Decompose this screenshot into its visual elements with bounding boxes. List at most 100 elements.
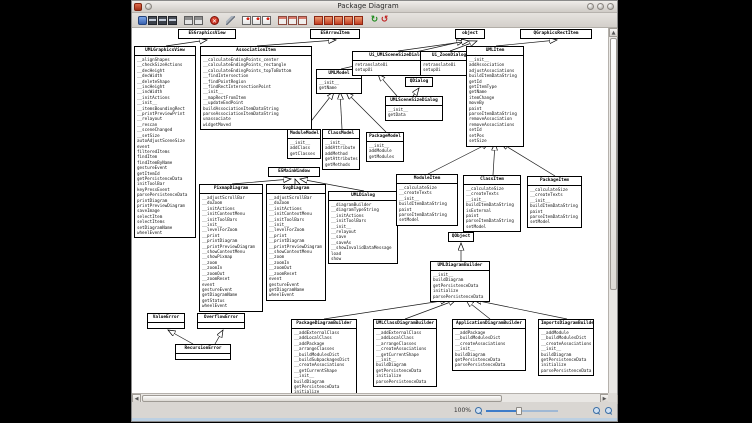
app-icon[interactable] xyxy=(134,3,142,11)
class-title: ModuleModel xyxy=(288,130,320,138)
class-member-list: __init__getName xyxy=(317,78,361,93)
class-box-UMLItem[interactable]: UMLItem__init__addAssociationadjustAssoc… xyxy=(466,46,524,147)
class-member-list: __init__addAttributeaddMethodgetAttribut… xyxy=(323,138,359,169)
save-as-icon[interactable] xyxy=(158,16,167,25)
class-title: E5ArrowItem xyxy=(311,30,359,38)
class-member: parsePersistenceData xyxy=(137,192,194,197)
class-member: __showInvalidDataMessage xyxy=(331,245,396,250)
maximize-button[interactable] xyxy=(597,3,604,10)
inheritance-arrow xyxy=(493,143,495,175)
class-box-ClassItem[interactable]: ClassItem__calculateSize__createTexts__i… xyxy=(463,175,521,232)
class-box-ApplicationDiagramBuilder[interactable]: ApplicationDiagramBuilder__addPackage__b… xyxy=(452,319,526,371)
class-box-PackageItem[interactable]: PackageItem__calculateSize__createTexts_… xyxy=(527,176,582,228)
class-title: ImportsDiagramBuilder xyxy=(539,320,593,328)
align-bottom-icon[interactable] xyxy=(354,16,363,25)
class-title: OverflowError xyxy=(198,314,244,322)
new-window-icon[interactable] xyxy=(138,16,147,25)
minimize-button[interactable] xyxy=(587,3,594,10)
class-member: buildItemDataString xyxy=(469,73,522,78)
rescan-icon[interactable]: ↻ xyxy=(370,16,379,25)
class-box-QObject[interactable]: QObject xyxy=(448,232,474,242)
vertical-scroll-thumb[interactable] xyxy=(610,38,617,290)
save-icon[interactable] xyxy=(148,16,157,25)
class-member-list: __adjustScrollBar__doZoom__initActions__… xyxy=(267,193,325,300)
class-box-QGraphicsRectItem[interactable]: QGraphicsRectItem xyxy=(520,29,592,39)
class-box-ModuleModel[interactable]: ModuleModel__init__addClassgetClasses xyxy=(287,129,321,159)
class-box-UMLDialog[interactable]: UMLDialog__diagramBuilder__diagramTypeSt… xyxy=(328,191,398,264)
class-member-list: __init__getData xyxy=(386,105,442,120)
zoom-in-icon[interactable] xyxy=(592,406,601,415)
align-right-icon[interactable] xyxy=(334,16,343,25)
class-box-RecursionError[interactable]: RecursionError xyxy=(175,344,231,360)
relayout-icon[interactable]: ↺ xyxy=(380,16,389,25)
save-image-icon[interactable] xyxy=(168,16,177,25)
delete-shape-icon[interactable]: ✕ xyxy=(210,16,219,25)
align-hcenter-icon[interactable] xyxy=(324,16,333,25)
close-button[interactable] xyxy=(607,3,614,10)
scroll-up-button[interactable]: ▲ xyxy=(609,28,618,37)
window-restore-icon[interactable] xyxy=(298,16,307,25)
class-title: UMLGraphicsView xyxy=(135,47,195,55)
class-title: ApplicationDiagramBuilder xyxy=(453,320,525,328)
window-titlebar[interactable]: Package Diagram xyxy=(132,1,617,13)
class-box-E5ArrowItem[interactable]: E5ArrowItem xyxy=(310,29,360,39)
class-member-list xyxy=(198,322,244,328)
class-box-ValueError[interactable]: ValueError xyxy=(147,313,185,329)
add-package-icon[interactable] xyxy=(262,16,271,25)
horizontal-scrollbar[interactable]: ◀ ▶ xyxy=(132,393,609,402)
class-box-AssociationItem[interactable]: AssociationItem__calculateEndingPoints_c… xyxy=(200,46,312,130)
horizontal-scroll-thumb[interactable] xyxy=(142,395,502,402)
class-title: object xyxy=(456,30,484,38)
class-title: UMLItem xyxy=(467,47,523,55)
class-box-UMLGraphicsView[interactable]: UMLGraphicsView__alignShapes__checkSizeA… xyxy=(134,46,196,238)
class-member: parsePersistenceData xyxy=(455,362,524,367)
class-box-E5MainWindow[interactable]: E5MainWindow xyxy=(268,167,320,177)
class-member: buildItemDataString xyxy=(530,203,580,208)
class-title: PackageDiagramBuilder xyxy=(292,320,356,328)
class-box-UMLClassDiagramBuilder[interactable]: UMLClassDiagramBuilder__addExternalClass… xyxy=(373,319,437,387)
class-member: wheelEvent xyxy=(137,230,194,235)
add-module-icon[interactable] xyxy=(252,16,261,25)
inheritance-arrow xyxy=(501,143,555,176)
class-box-QDialog[interactable]: QDialog xyxy=(405,77,433,87)
window-tile-icon[interactable] xyxy=(288,16,297,25)
class-title: E5GraphicsView xyxy=(179,30,235,38)
class-box-PixmapDiagram[interactable]: PixmapDiagram__adjustScrollBar__doZoom__… xyxy=(199,184,263,312)
diagram-canvas[interactable]: E5GraphicsView E5ArrowItem object QGraphics… xyxy=(132,28,609,404)
class-box-ClassModel[interactable]: ClassModel__init__addAttributeaddMethodg… xyxy=(322,129,360,170)
class-box-UMLDiagramBuilder[interactable]: UMLDiagramBuilder__init__buildDiagramget… xyxy=(430,261,490,302)
class-box-ModuleItem[interactable]: ModuleItem__calculateSize__createTexts__… xyxy=(396,174,458,226)
window-cascade-icon[interactable] xyxy=(278,16,287,25)
class-member: getMethods xyxy=(325,162,358,167)
zoom-level-label: 100% xyxy=(454,407,471,414)
class-member: widgetMoved xyxy=(203,122,310,127)
class-title: PackageItem xyxy=(528,177,581,185)
class-title: PixmapDiagram xyxy=(200,185,262,193)
window-bottom-edge xyxy=(132,418,617,421)
print-preview-icon[interactable] xyxy=(194,16,203,25)
class-box-E5GraphicsView[interactable]: E5GraphicsView xyxy=(178,29,236,39)
class-box-ImportsDiagramBuilder[interactable]: ImportsDiagramBuilder__addModule__buildM… xyxy=(538,319,594,376)
zoom-slider-handle[interactable] xyxy=(516,407,522,415)
class-box-PackageDiagramBuilder[interactable]: PackageDiagramBuilder__addExternalClass_… xyxy=(291,319,357,403)
add-class-icon[interactable] xyxy=(242,16,251,25)
zoom-slider[interactable] xyxy=(486,406,558,415)
align-top-icon[interactable] xyxy=(344,16,353,25)
class-member: getModules xyxy=(369,154,402,159)
vertical-scrollbar[interactable]: ▲ ▼ xyxy=(608,28,617,404)
inheritance-arrow xyxy=(340,92,342,129)
zoom-reset-icon[interactable] xyxy=(604,406,613,415)
zoom-out-icon[interactable] xyxy=(474,406,483,415)
class-title: AssociationItem xyxy=(201,47,311,55)
print-icon[interactable] xyxy=(184,16,193,25)
class-member: parsePersistenceData xyxy=(433,294,488,299)
class-box-SvgDiagram[interactable]: SvgDiagram__adjustScrollBar__doZoom__ini… xyxy=(266,184,326,301)
association-icon[interactable] xyxy=(226,16,235,25)
inheritance-arrow xyxy=(346,92,386,132)
class-box-UMLSceneSizeDialog[interactable]: UMLSceneSizeDialog__init__getData xyxy=(385,96,443,121)
align-left-icon[interactable] xyxy=(314,16,323,25)
class-box-PackageModel[interactable]: PackageModel__init__addModulegetModules xyxy=(366,132,404,162)
class-box-object[interactable]: object xyxy=(455,29,485,39)
class-box-OverflowError[interactable]: OverflowError xyxy=(197,313,245,329)
window-menu-icon[interactable] xyxy=(145,3,152,10)
